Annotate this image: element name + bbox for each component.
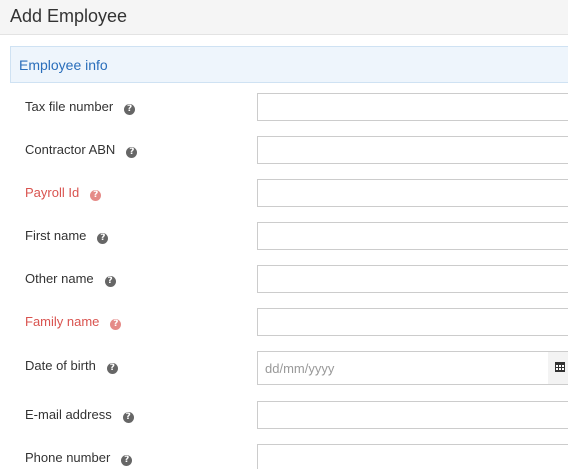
field-row-tax-file-number: Tax file number? (0, 93, 568, 123)
field-row-other-name: Other name? (0, 265, 568, 295)
payroll-id-input[interactable] (257, 179, 568, 207)
phone-number-input[interactable] (257, 444, 568, 469)
contractor-abn-input[interactable] (257, 136, 568, 164)
date-placeholder: dd/mm/yyyy (265, 361, 335, 376)
other-name-input[interactable] (257, 265, 568, 293)
date-of-birth-input[interactable]: dd/mm/yyyy (257, 351, 549, 385)
field-row-date-of-birth: Date of birth? dd/mm/yyyy (0, 351, 568, 385)
question-circle-icon[interactable]: ? (97, 233, 109, 244)
question-circle-icon[interactable]: ? (90, 190, 102, 201)
other-name-label: Other name? (25, 271, 116, 287)
question-circle-icon[interactable]: ? (106, 363, 118, 374)
family-name-input[interactable] (257, 308, 568, 336)
contractor-abn-label: Contractor ABN? (25, 142, 138, 158)
payroll-id-label: Payroll Id? (25, 185, 102, 201)
employee-info-section-header[interactable]: Employee info (10, 46, 568, 83)
page-header: Add Employee (0, 0, 568, 35)
question-circle-icon[interactable]: ? (122, 412, 134, 423)
field-row-email-address: E-mail address? (0, 401, 568, 431)
date-of-birth-label: Date of birth? (25, 358, 118, 374)
field-row-phone-number: Phone number? (0, 444, 568, 469)
section-title: Employee info (19, 57, 108, 73)
question-circle-icon[interactable]: ? (124, 104, 136, 115)
calendar-button[interactable] (548, 351, 568, 385)
add-employee-page: Add Employee Employee info Tax file numb… (0, 0, 568, 469)
field-row-contractor-abn: Contractor ABN? (0, 136, 568, 166)
tax-file-number-label: Tax file number? (25, 99, 136, 115)
field-row-payroll-id: Payroll Id? (0, 179, 568, 209)
page-title: Add Employee (10, 6, 128, 26)
question-circle-icon[interactable]: ? (104, 276, 116, 287)
field-row-family-name: Family name? (0, 308, 568, 338)
question-circle-icon[interactable]: ? (110, 319, 122, 330)
question-circle-icon[interactable]: ? (121, 455, 133, 466)
email-address-label: E-mail address? (25, 407, 134, 423)
tax-file-number-input[interactable] (257, 93, 568, 121)
calendar-icon (555, 362, 565, 372)
question-circle-icon[interactable]: ? (126, 147, 138, 158)
first-name-input[interactable] (257, 222, 568, 250)
phone-number-label: Phone number? (25, 450, 133, 466)
email-address-input[interactable] (257, 401, 568, 429)
field-row-first-name: First name? (0, 222, 568, 252)
first-name-label: First name? (25, 228, 109, 244)
family-name-label: Family name? (25, 314, 122, 330)
